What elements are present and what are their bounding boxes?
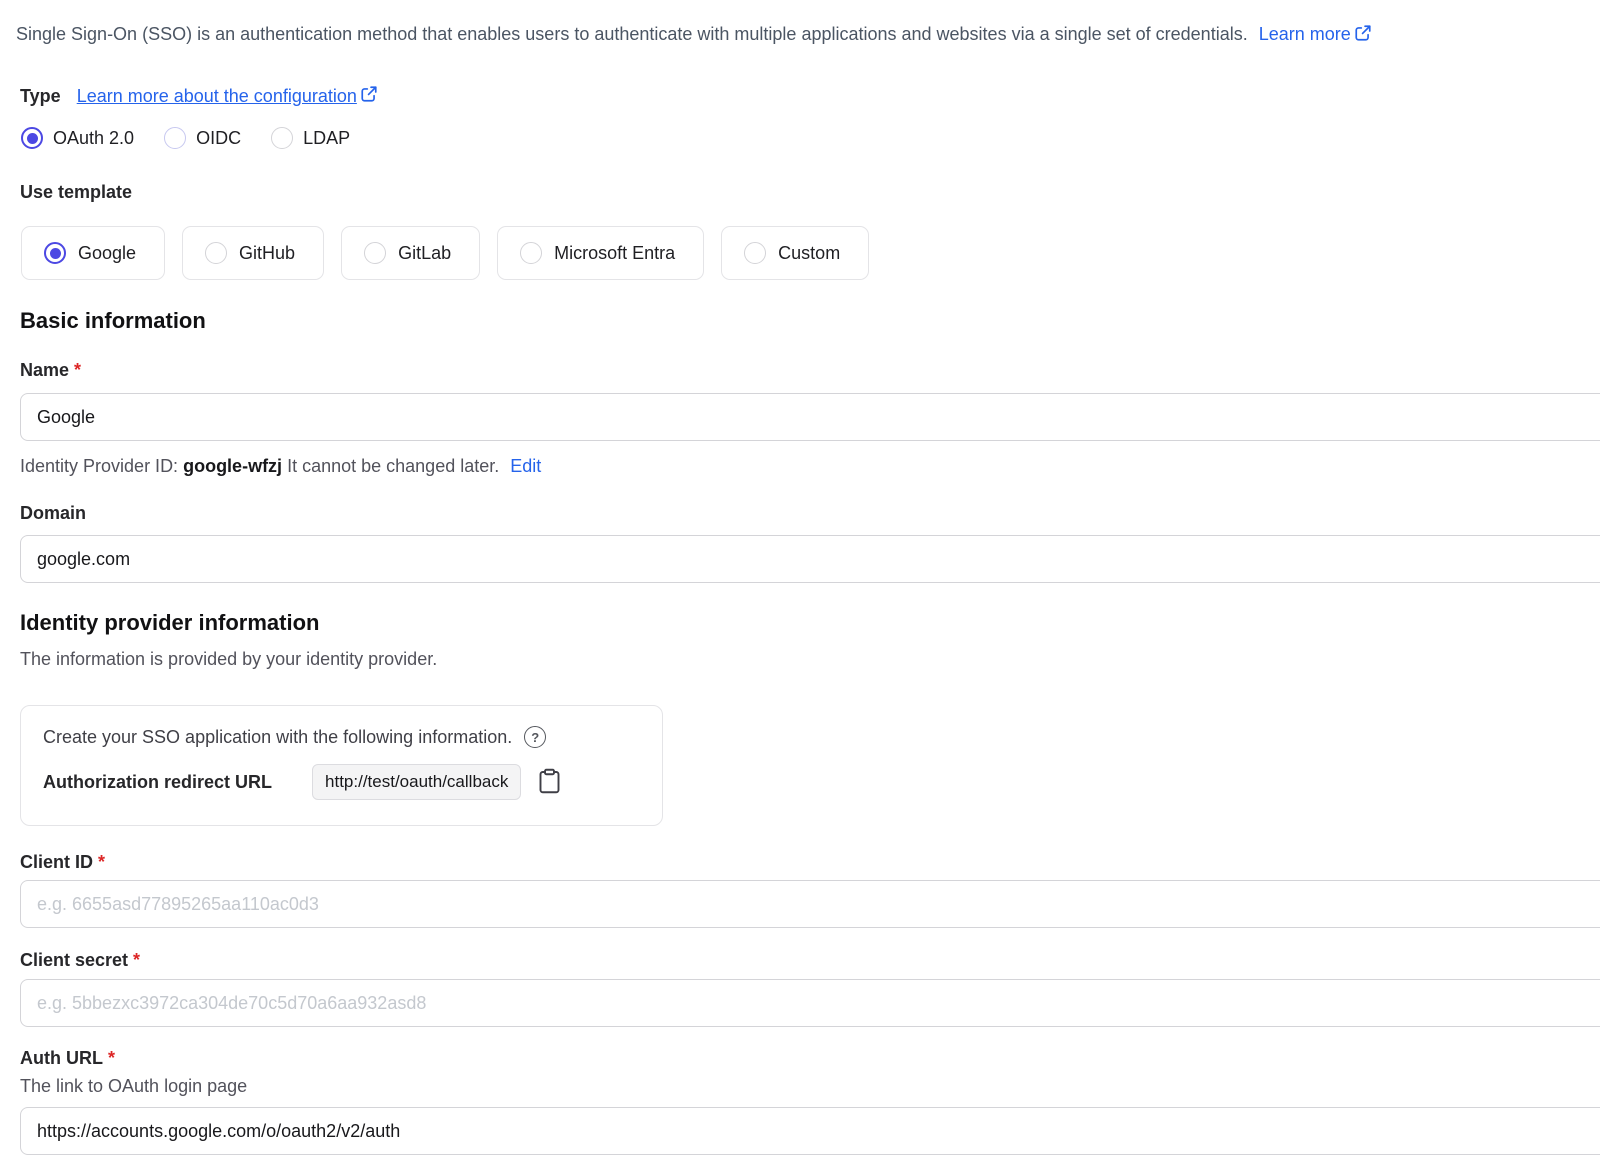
idp-information-subtitle: The information is provided by your iden… [20,649,437,670]
template-card-google[interactable]: Google [21,226,165,280]
template-card-custom[interactable]: Custom [721,226,869,280]
auth-url-label: Auth URL* [20,1048,115,1069]
type-section-header: Type Learn more about the configuration [20,85,378,108]
radio-indicator [205,242,227,264]
idp-information-heading: Identity provider information [20,610,319,636]
external-link-icon [1354,24,1372,47]
required-asterisk: * [98,852,105,873]
use-template-label: Use template [20,182,132,203]
radio-indicator [164,127,186,149]
client-id-label: Client ID* [20,852,105,873]
name-label: Name* [20,360,81,381]
edit-link[interactable]: Edit [510,456,541,476]
radio-oauth2[interactable]: OAuth 2.0 [21,127,134,149]
template-card-microsoft-entra[interactable]: Microsoft Entra [497,226,704,280]
basic-information-heading: Basic information [20,308,206,334]
required-asterisk: * [108,1048,115,1069]
redirect-url-chip: http://test/oauth/callback [312,764,521,800]
sso-description-text: Single Sign-On (SSO) is an authenticatio… [16,24,1248,44]
identity-provider-id-helper: Identity Provider ID: google-wfzj It can… [20,456,541,477]
type-label: Type [20,86,61,107]
auth-url-helper: The link to OAuth login page [20,1076,247,1097]
redirect-url-label: Authorization redirect URL [43,772,272,793]
domain-input[interactable] [20,535,1600,583]
sso-description: Single Sign-On (SSO) is an authenticatio… [16,24,1372,47]
help-icon[interactable]: ? [524,726,546,748]
radio-indicator [520,242,542,264]
radio-indicator [744,242,766,264]
redirect-url-row: Authorization redirect URL http://test/o… [43,764,640,800]
template-card-github[interactable]: GitHub [182,226,324,280]
type-radio-group: OAuth 2.0 OIDC LDAP [21,127,350,149]
identity-provider-id-value: google-wfzj [183,456,282,476]
radio-indicator [271,127,293,149]
configuration-link[interactable]: Learn more about the configuration [77,85,378,108]
client-id-input[interactable] [20,880,1600,928]
template-card-gitlab[interactable]: GitLab [341,226,480,280]
client-secret-label: Client secret* [20,950,140,971]
required-asterisk: * [74,360,81,381]
clipboard-icon [536,766,563,799]
auth-url-input[interactable] [20,1107,1600,1155]
copy-button[interactable] [536,766,563,799]
sso-application-info-card: Create your SSO application with the fol… [20,705,663,826]
learn-more-link[interactable]: Learn more [1259,24,1372,44]
sso-settings-page: Single Sign-On (SSO) is an authenticatio… [0,0,1600,1162]
card-instruction-text: Create your SSO application with the fol… [43,727,512,748]
radio-ldap[interactable]: LDAP [271,127,350,149]
domain-label: Domain [20,503,86,524]
card-instruction-row: Create your SSO application with the fol… [43,726,640,748]
radio-oidc[interactable]: OIDC [164,127,241,149]
radio-indicator [364,242,386,264]
radio-indicator [44,242,66,264]
template-radio-group: Google GitHub GitLab Microsoft Entra Cus… [21,226,869,280]
name-input[interactable] [20,393,1600,441]
client-secret-input[interactable] [20,979,1600,1027]
radio-indicator [21,127,43,149]
external-link-icon [360,85,378,108]
required-asterisk: * [133,950,140,971]
